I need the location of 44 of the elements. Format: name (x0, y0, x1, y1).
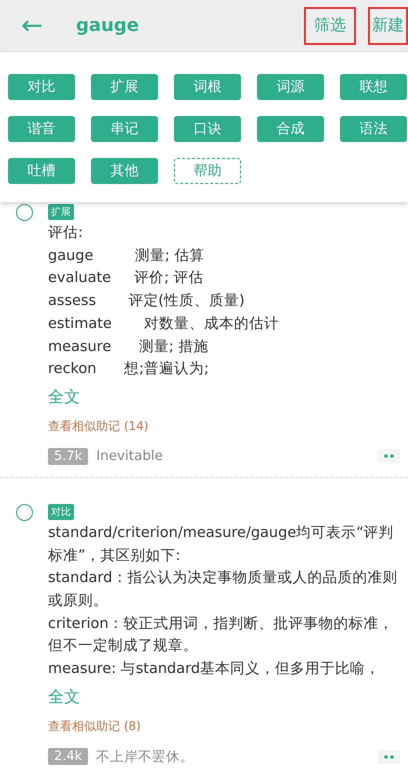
category-chip[interactable]: 扩展 (91, 74, 158, 100)
category-chip[interactable]: 对比 (8, 74, 75, 100)
note-text: measure 测量; 措施 (48, 338, 210, 357)
more-icon (384, 754, 394, 759)
category-chip[interactable]: 词源 (257, 74, 324, 100)
category-tag: 扩展 (48, 204, 74, 220)
more-button[interactable] (378, 449, 400, 464)
similar-link[interactable]: 查看相似助记 (14) (48, 418, 148, 435)
category-chip[interactable]: 串记 (91, 116, 158, 142)
more-button[interactable] (378, 750, 400, 764)
note-text: measure: 与standard基本同义，但多用于比喻， (48, 660, 382, 680)
author-name: 不上岸不罢休。 (96, 748, 196, 766)
note-text: criterion：较正式用词，指判断、批评事物的标准，但不一定制成了规章。 (48, 614, 395, 656)
category-tag: 对比 (48, 504, 74, 520)
page-title: gauge (76, 15, 140, 36)
note-text: assess 评定(性质、质量) (48, 292, 246, 312)
note-text: gauge 测量; 估算 (48, 246, 206, 266)
author-name: Inevitable (96, 448, 164, 464)
category-chip[interactable]: 词根 (174, 74, 241, 100)
help-button[interactable]: 帮助 (174, 158, 241, 184)
note-text: reckon 想;普遍认为; (48, 360, 210, 380)
category-chip[interactable]: 吐槽 (8, 158, 75, 184)
select-radio[interactable] (16, 204, 33, 221)
select-radio[interactable] (16, 504, 33, 521)
category-chip[interactable]: 其他 (91, 158, 158, 184)
view-count: 5.7k (48, 448, 88, 465)
header-action[interactable]: 新建 (368, 6, 408, 44)
header-action[interactable]: 筛选 (304, 6, 356, 44)
full-text-link[interactable]: 全文 (48, 686, 80, 708)
back-button[interactable]: ← (18, 12, 46, 38)
similar-link[interactable]: 查看相似助记 (8) (48, 718, 141, 735)
note-text: 评估: (48, 224, 84, 243)
note-text: evaluate 评价; 评估 (48, 269, 205, 288)
category-chip[interactable]: 合成 (257, 116, 324, 142)
category-chip[interactable]: 语法 (340, 116, 407, 142)
view-count: 2.4k (48, 748, 88, 766)
category-chip[interactable]: 口诀 (174, 116, 241, 142)
note-text: estimate 对数量、成本的估计 (48, 314, 280, 334)
category-chip[interactable]: 联想 (340, 74, 407, 100)
full-text-link[interactable]: 全文 (48, 386, 80, 408)
note-text: standard：指公认为决定事物质量或人的品质的准则或原则。 (48, 568, 398, 612)
note-text: standard/criterion/measure/gauge均可表示“评判标准”，其区别如下: (48, 524, 395, 566)
more-icon (384, 454, 394, 458)
category-chip[interactable]: 谐音 (8, 116, 75, 142)
